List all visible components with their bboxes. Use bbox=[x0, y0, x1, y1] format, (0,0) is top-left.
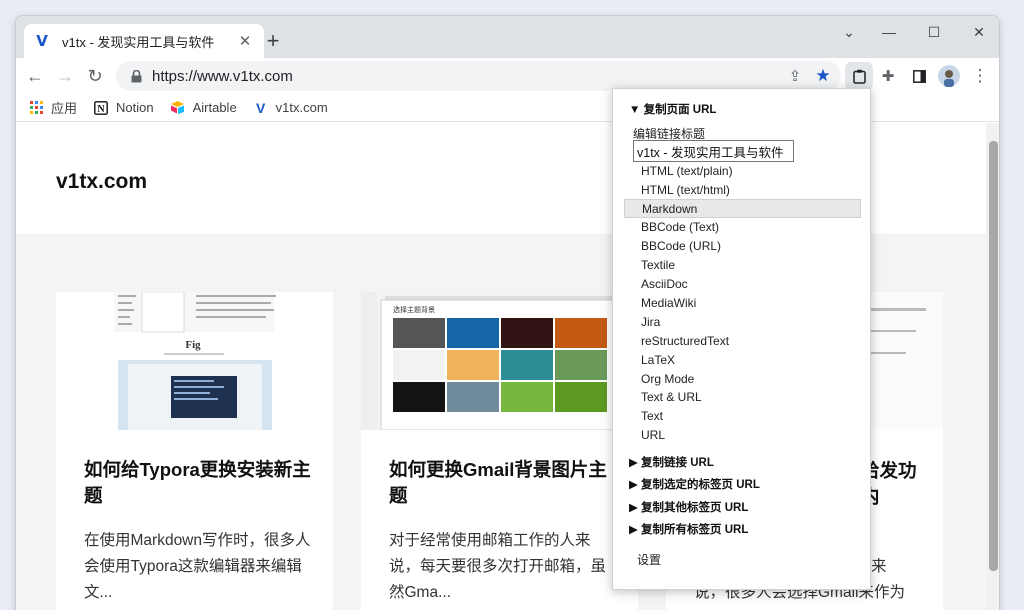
bookmark-v1tx[interactable]: V v1tx.com bbox=[253, 100, 328, 116]
bookmark-label: Notion bbox=[116, 100, 154, 115]
section-copy-page-url[interactable]: ▼ 复制页面 URL bbox=[629, 101, 716, 117]
format-text[interactable]: Text bbox=[624, 407, 861, 426]
format-bbcode-text[interactable]: BBCode (Text) bbox=[624, 218, 861, 237]
lock-icon[interactable] bbox=[128, 68, 144, 84]
article-excerpt-partial: 来 bbox=[871, 558, 887, 575]
v1tx-favicon-icon: V bbox=[36, 32, 48, 50]
section-copy-all-tabs[interactable]: ▶ 复制所有标签页 URL bbox=[629, 521, 748, 537]
reload-button[interactable]: ↻ bbox=[81, 62, 109, 90]
bookmark-notion[interactable]: N Notion bbox=[93, 100, 154, 116]
section-copy-other-tabs[interactable]: ▶ 复制其他标签页 URL bbox=[629, 499, 748, 515]
site-title[interactable]: v1tx.com bbox=[56, 170, 147, 194]
bookmark-airtable[interactable]: Airtable bbox=[170, 100, 237, 116]
figure-label: Fig bbox=[185, 339, 201, 351]
close-window-button[interactable]: ✕ bbox=[956, 16, 999, 48]
format-textile[interactable]: Textile bbox=[624, 256, 861, 275]
share-icon[interactable]: ⇪ bbox=[781, 62, 809, 90]
bookmark-star-icon[interactable]: ★ bbox=[809, 62, 837, 90]
link-title-input[interactable] bbox=[633, 140, 794, 162]
bookmark-label: v1tx.com bbox=[275, 100, 328, 115]
copy-url-popup: ▼ 复制页面 URL 编辑链接标题 HTML (text/plain) HTML… bbox=[612, 88, 871, 590]
article-card[interactable]: 选择主题背景 如何更换Gmail背景图片主题 对于经常使用邮箱工作的人来说，每天… bbox=[361, 292, 638, 610]
scrollbar-thumb[interactable] bbox=[989, 141, 998, 571]
article-excerpt: 对于经常使用邮箱工作的人来说，每天要很多次打开邮箱，虽然Gma... bbox=[389, 532, 607, 601]
format-text-and-url[interactable]: Text & URL bbox=[624, 388, 861, 407]
profile-avatar[interactable] bbox=[935, 62, 963, 90]
clipboard-extension-icon[interactable] bbox=[845, 62, 873, 90]
article-thumbnail[interactable]: 选择主题背景 bbox=[361, 292, 638, 430]
apps-grid-icon bbox=[28, 100, 44, 116]
article-excerpt: 在使用Markdown写作时，很多人会使用Typora这款编辑器来编辑文... bbox=[84, 532, 311, 601]
minimize-button[interactable]: — bbox=[866, 16, 912, 48]
article-card[interactable]: Fig 如何给Typora更换安装新主题 在使用Markdown写作时，很多人会… bbox=[56, 292, 333, 610]
maximize-button[interactable]: ☐ bbox=[911, 16, 957, 48]
article-thumbnail[interactable]: Fig bbox=[56, 292, 333, 430]
format-html-html[interactable]: HTML (text/html) bbox=[624, 181, 861, 200]
tab-v1tx[interactable]: V v1tx - 发现实用工具与软件 ✕ bbox=[24, 24, 264, 58]
menu-kebab-icon[interactable]: ⋮ bbox=[966, 62, 994, 90]
format-bbcode-url[interactable]: BBCode (URL) bbox=[624, 237, 861, 256]
section-copy-selected-tabs[interactable]: ▶ 复制选定的标签页 URL bbox=[629, 476, 760, 492]
bookmark-label: 应用 bbox=[51, 101, 78, 116]
format-markdown[interactable]: Markdown bbox=[624, 199, 861, 218]
format-org-mode[interactable]: Org Mode bbox=[624, 370, 861, 389]
bookmark-apps[interactable]: 应用 bbox=[28, 98, 77, 117]
close-tab-icon[interactable]: ✕ bbox=[236, 32, 254, 50]
bookmark-label: Airtable bbox=[192, 100, 237, 115]
format-latex[interactable]: LaTeX bbox=[624, 351, 861, 370]
tab-title: v1tx - 发现实用工具与软件 bbox=[62, 34, 215, 50]
settings-link[interactable]: 设置 bbox=[637, 551, 661, 568]
section-copy-link-url[interactable]: ▶ 复制链接 URL bbox=[629, 454, 714, 470]
extensions-puzzle-icon[interactable]: ✚ bbox=[874, 62, 902, 90]
format-html-plain[interactable]: HTML (text/plain) bbox=[624, 162, 861, 181]
tab-strip: V v1tx - 发现实用工具与软件 ✕ + ⌄ — ☐ ✕ bbox=[16, 16, 999, 58]
format-restructuredtext[interactable]: reStructuredText bbox=[624, 332, 861, 351]
address-bar[interactable]: https://www.v1tx.com ⇪ ★ bbox=[116, 61, 841, 91]
back-button[interactable]: ← bbox=[21, 62, 49, 90]
format-jira[interactable]: Jira bbox=[624, 313, 861, 332]
airtable-icon bbox=[170, 100, 186, 116]
page-scrollbar[interactable] bbox=[986, 123, 999, 610]
format-url[interactable]: URL bbox=[624, 426, 861, 445]
theme-dialog-title: 选择主题背景 bbox=[393, 305, 435, 314]
format-mediawiki[interactable]: MediaWiki bbox=[624, 294, 861, 313]
article-title[interactable]: 如何给Typora更换安装新主题 bbox=[84, 457, 312, 509]
v1tx-icon: V bbox=[256, 99, 266, 116]
notion-icon: N bbox=[93, 100, 109, 116]
forward-button[interactable]: → bbox=[51, 62, 79, 90]
article-title[interactable]: 如何更换Gmail背景图片主题 bbox=[389, 457, 617, 509]
format-asciidoc[interactable]: AsciiDoc bbox=[624, 275, 861, 294]
new-tab-button[interactable]: + bbox=[259, 28, 287, 56]
svg-text:N: N bbox=[97, 104, 105, 115]
url-text[interactable]: https://www.v1tx.com bbox=[152, 68, 781, 85]
side-panel-icon[interactable] bbox=[905, 62, 933, 90]
